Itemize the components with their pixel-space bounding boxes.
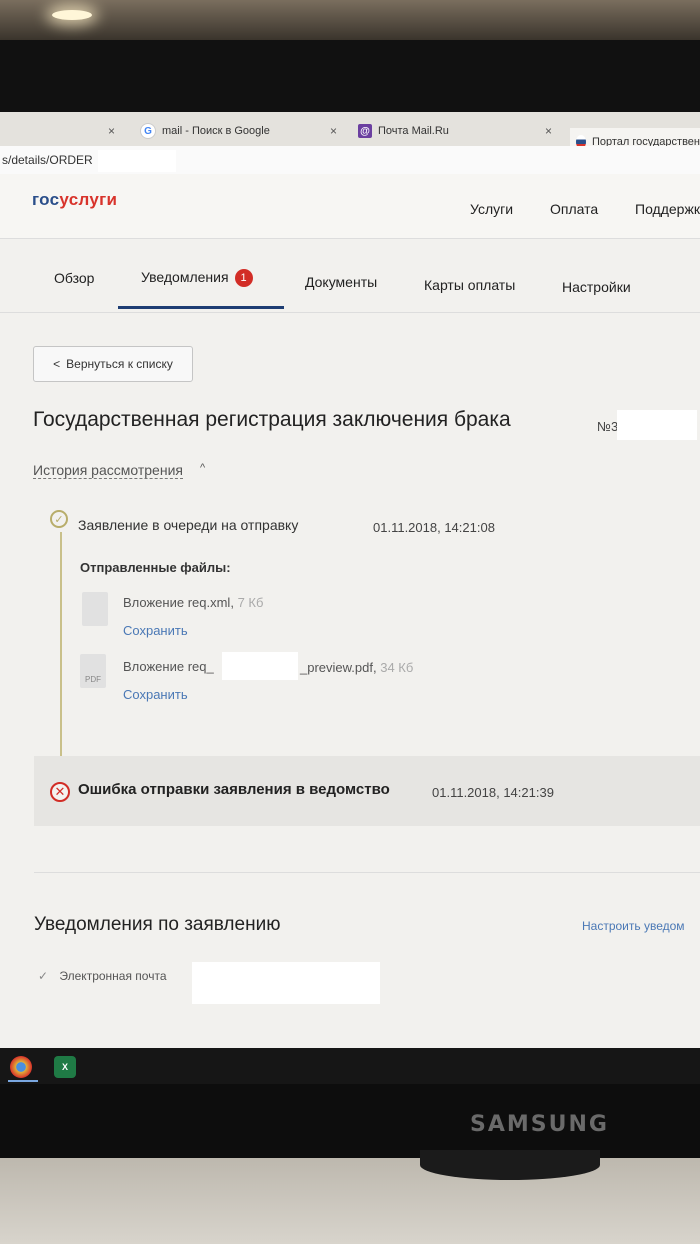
tab-uvedomleniya[interactable]: Уведомления 1 (141, 269, 253, 288)
event-date: 01.11.2018, 14:21:08 (373, 520, 495, 535)
file-name: Вложение req.xml, 7 Кб (123, 595, 264, 610)
file-name: _preview.pdf, 34 Кб (300, 660, 414, 675)
tab-mailru-close[interactable]: × (545, 116, 552, 146)
file-size: 7 Кб (237, 595, 264, 610)
xml-file-icon (82, 592, 108, 626)
error-event-title: Ошибка отправки заявления в ведомство (78, 781, 390, 798)
redaction (98, 150, 176, 172)
excel-icon[interactable]: X (54, 1056, 76, 1078)
nav-uslugi[interactable]: Услуги (470, 201, 513, 217)
order-number: №3 (597, 419, 619, 434)
tab-label: mail - Поиск в Google (162, 125, 270, 137)
tab-label: Уведомления (141, 269, 229, 285)
active-tab-indicator (118, 306, 284, 309)
taskbar (0, 1048, 700, 1084)
check-circle-icon: ✓ (50, 510, 68, 528)
active-indicator (8, 1080, 38, 1082)
history-toggle[interactable]: История рассмотрения (33, 462, 183, 479)
redaction (222, 652, 298, 680)
chevron-left-icon: < (53, 357, 61, 371)
email-label: Электронная почта (59, 969, 167, 983)
notification-badge: 1 (234, 269, 253, 288)
chrome-icon[interactable] (10, 1056, 32, 1078)
gosuslugi-logo[interactable]: госуслуги (32, 190, 117, 210)
screen: × G mail - Поиск в Google × @ Почта Mail… (0, 112, 700, 1048)
save-link[interactable]: Сохранить (123, 687, 188, 702)
event-date: 01.11.2018, 14:21:39 (432, 785, 554, 800)
email-notification: ✓ Электронная почта (38, 969, 167, 983)
tab-nastroyki[interactable]: Настройки (562, 279, 631, 295)
logo-part1: гос (32, 190, 60, 209)
back-button-label: Вернуться к списку (66, 357, 173, 371)
page-title: Государственная регистрация заключения б… (33, 408, 511, 431)
nav-oplata[interactable]: Оплата (550, 201, 598, 217)
event-title: Заявление в очереди на отправку (78, 517, 299, 533)
monitor-stand (420, 1150, 600, 1180)
desk-background (0, 1158, 700, 1244)
google-icon: G (140, 123, 156, 139)
address-text: s/details/ORDER (2, 153, 93, 167)
tab-blank[interactable]: × (108, 116, 115, 146)
ceiling-background (0, 0, 700, 40)
error-circle-icon: ✕ (50, 782, 70, 802)
redaction (617, 410, 697, 440)
tab-karty-oplaty[interactable]: Карты оплаты (424, 277, 515, 293)
sent-files-header: Отправленные файлы: (80, 560, 231, 575)
file-name-end: _preview.pdf (300, 660, 373, 675)
pdf-file-icon: PDF (80, 654, 106, 688)
file-size: 34 Кб (380, 660, 414, 675)
save-link[interactable]: Сохранить (123, 623, 188, 638)
notifications-header: Уведомления по заявлению (34, 914, 281, 935)
file-name-start: Вложение req_ (123, 659, 214, 674)
file-name-start: Вложение req.xml (123, 595, 231, 610)
configure-notifications-link[interactable]: Настроить уведом (582, 919, 685, 933)
logo-part2: услуги (59, 190, 118, 209)
ceiling-light (52, 10, 92, 20)
file-icon-label: PDF (85, 675, 101, 684)
close-icon[interactable]: × (330, 124, 337, 138)
back-to-list-button[interactable]: < Вернуться к списку (33, 346, 193, 382)
chevron-up-icon[interactable]: ^ (200, 462, 205, 474)
divider (0, 312, 700, 313)
tab-dokumenty[interactable]: Документы (305, 274, 377, 290)
redaction (192, 962, 380, 1004)
samsung-logo: SAMSUNG (470, 1112, 609, 1137)
monitor-bezel-top (0, 40, 700, 114)
close-icon[interactable]: × (545, 124, 552, 138)
tab-google[interactable]: G mail - Поиск в Google (140, 116, 270, 146)
tab-label: Почта Mail.Ru (378, 125, 449, 137)
tab-mailru[interactable]: @ Почта Mail.Ru (358, 116, 449, 146)
timeline-line (60, 532, 62, 790)
tab-google-close[interactable]: × (330, 116, 337, 146)
divider (34, 872, 700, 873)
mailru-icon: @ (358, 124, 372, 138)
nav-podderzhka[interactable]: Поддержк (635, 201, 700, 217)
close-icon[interactable]: × (108, 124, 115, 138)
check-icon: ✓ (38, 969, 49, 983)
tab-obzor[interactable]: Обзор (54, 270, 94, 286)
